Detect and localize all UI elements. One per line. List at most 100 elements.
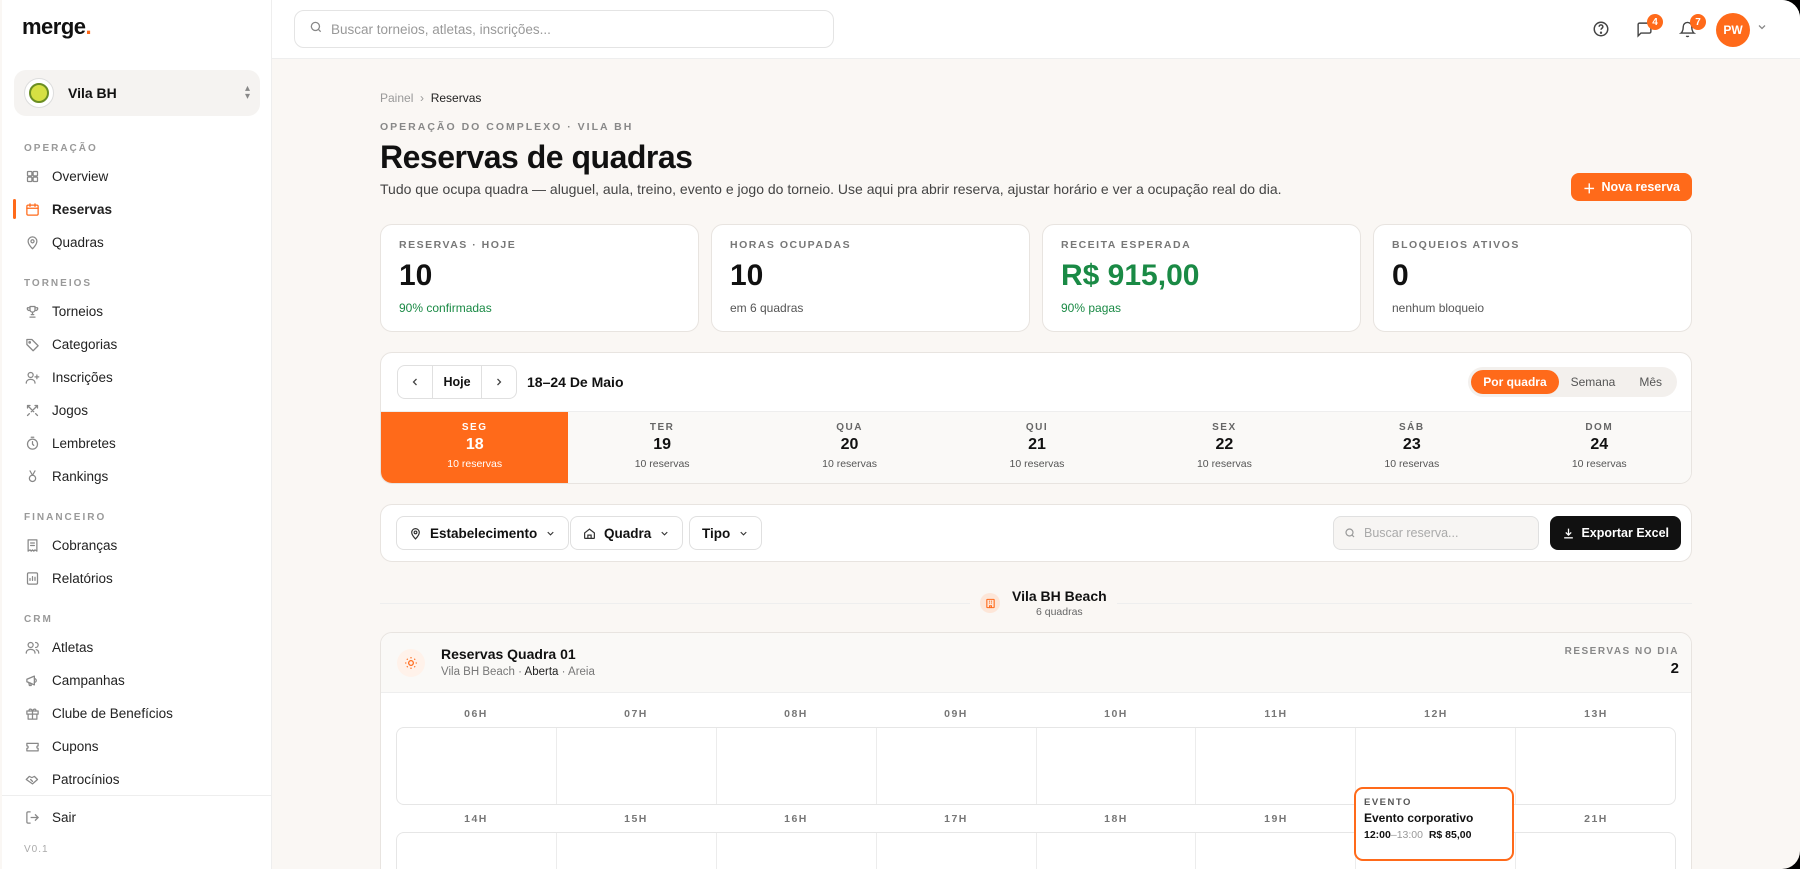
kpi-note: em 6 quadras: [730, 301, 804, 315]
reservation-search[interactable]: [1333, 516, 1539, 550]
court-title: Reservas Quadra 01: [441, 646, 576, 662]
venue-name: Vila BH Beach: [1012, 588, 1107, 604]
type-filter[interactable]: Tipo: [689, 516, 763, 550]
establishment-filter[interactable]: Estabelecimento: [396, 516, 570, 550]
day-tab[interactable]: QUI 21 10 reservas: [943, 412, 1130, 483]
sidebar-item-label: Lembretes: [52, 435, 116, 451]
gift-icon: [24, 705, 40, 721]
breadcrumb-root[interactable]: Painel: [380, 91, 413, 105]
sidebar-item-label: Cobranças: [52, 537, 118, 553]
avatar[interactable]: PW: [1716, 13, 1750, 47]
sidebar-item-quadras[interactable]: Quadras: [14, 228, 260, 256]
kpi-value: 10: [399, 259, 433, 292]
day-count: 10 reservas: [634, 458, 690, 470]
sidebar-item-inscricoes[interactable]: Inscrições: [14, 363, 260, 391]
time-slot[interactable]: [717, 728, 877, 804]
time-slot[interactable]: [1516, 833, 1675, 869]
day-name: TER: [649, 422, 675, 433]
sidebar-item-atletas[interactable]: Atletas: [14, 633, 260, 661]
bell-icon[interactable]: 7: [1676, 14, 1706, 40]
sidebar-item-label: Atletas: [52, 639, 94, 655]
court-header: Reservas Quadra 01 Vila BH Beach · Abert…: [381, 633, 1691, 693]
day-tab[interactable]: TER 19 10 reservas: [568, 412, 755, 483]
sidebar-item-cobrancas[interactable]: Cobranças: [14, 531, 260, 559]
time-slot[interactable]: [1196, 728, 1357, 804]
time-slot[interactable]: [1037, 833, 1197, 869]
global-search[interactable]: [294, 10, 834, 48]
day-count: 10 reservas: [1384, 458, 1440, 470]
view-option[interactable]: Semana: [1559, 370, 1628, 394]
time-slot[interactable]: [1037, 728, 1197, 804]
breadcrumb-current: Reservas: [430, 91, 482, 105]
notifications-badge: 7: [1690, 14, 1706, 30]
export-excel-button[interactable]: Exportar Excel: [1550, 516, 1681, 550]
court-count-label: RESERVAS NO DIA: [1564, 646, 1679, 657]
kpi-label: HORAS OCUPADAS: [730, 239, 852, 251]
club-selector[interactable]: Vila BH ▴ ▾: [14, 70, 260, 116]
logout-button[interactable]: Sair: [14, 803, 260, 831]
sidebar-item-relatorios[interactable]: Relatórios: [14, 564, 260, 592]
sidebar-item-cupons[interactable]: Cupons: [14, 732, 260, 760]
sidebar-item-label: Torneios: [52, 303, 104, 319]
map-pin-icon: [411, 527, 420, 540]
sidebar-item-overview[interactable]: Overview: [14, 162, 260, 190]
search-input[interactable]: [331, 21, 811, 37]
event-start: 12:00: [1364, 829, 1391, 841]
sidebar-item-clube-de-beneficios[interactable]: Clube de Benefícios: [14, 699, 260, 727]
hour-label: 12H: [1424, 708, 1448, 720]
kpi-card: RESERVAS · HOJE 10 90% confirmadas: [380, 224, 699, 332]
time-slot[interactable]: [877, 728, 1037, 804]
time-slot[interactable]: [557, 728, 717, 804]
handshake-icon: [24, 771, 40, 787]
time-slot[interactable]: [1196, 833, 1357, 869]
today-button[interactable]: Hoje: [432, 366, 482, 398]
kpi-row: RESERVAS · HOJE 10 90% confirmadas HORAS OC…: [380, 224, 1692, 332]
hour-label: 15H: [624, 813, 648, 825]
search-icon: [309, 20, 323, 39]
day-tab[interactable]: SÁB 23 10 reservas: [1318, 412, 1505, 483]
reservation-search-input[interactable]: [1364, 526, 1524, 540]
chevron-down-icon[interactable]: [1756, 20, 1768, 38]
day-tab[interactable]: SEG 18 10 reservas: [381, 412, 569, 483]
sidebar-item-patrocinios[interactable]: Patrocínios: [14, 765, 260, 793]
report-icon: [24, 570, 40, 586]
time-slot[interactable]: [397, 833, 557, 869]
logo[interactable]: merge.: [22, 14, 92, 40]
sidebar-item-label: Cupons: [52, 738, 99, 754]
event-time: 12:00–13:00 R$ 85,00: [1364, 829, 1472, 841]
new-reservation-button[interactable]: ＋ Nova reserva: [1570, 173, 1692, 201]
time-slot[interactable]: [397, 728, 557, 804]
sidebar-item-categorias[interactable]: Categorias: [14, 330, 260, 358]
time-slot[interactable]: [717, 833, 877, 869]
day-tab[interactable]: SEX 22 10 reservas: [1131, 412, 1318, 483]
court-filter[interactable]: Quadra: [570, 516, 684, 550]
topbar: 4 7 PW: [272, 0, 1800, 59]
hour-label: 09H: [944, 708, 968, 720]
day-tab[interactable]: QUA 20 10 reservas: [756, 412, 943, 483]
hour-label: 18H: [1104, 813, 1128, 825]
search-icon: [1345, 528, 1355, 538]
sidebar-item-torneios[interactable]: Torneios: [14, 297, 260, 325]
day-tab[interactable]: DOM 24 10 reservas: [1506, 412, 1691, 483]
sidebar-item-label: Jogos: [52, 402, 89, 418]
day-name: QUA: [836, 422, 863, 433]
sidebar-item-rankings[interactable]: Rankings: [14, 462, 260, 490]
view-option[interactable]: Mês: [1627, 370, 1674, 394]
day-name: DOM: [1585, 422, 1614, 433]
kpi-value: R$ 915,00: [1061, 259, 1200, 292]
sidebar-item-jogos[interactable]: Jogos: [14, 396, 260, 424]
time-slot[interactable]: [557, 833, 717, 869]
prev-week-button[interactable]: [398, 366, 432, 398]
help-icon[interactable]: [1590, 18, 1612, 40]
sidebar-item-reservas[interactable]: Reservas: [13, 195, 260, 223]
sidebar-item-campanhas[interactable]: Campanhas: [14, 666, 260, 694]
messages-icon[interactable]: 4: [1633, 14, 1663, 40]
sidebar-section-title: OPERAÇÃO: [24, 143, 98, 154]
time-slot[interactable]: [877, 833, 1037, 869]
hour-label: 08H: [784, 708, 808, 720]
sidebar-item-lembretes[interactable]: Lembretes: [14, 429, 260, 457]
next-week-button[interactable]: [482, 366, 516, 398]
time-slot[interactable]: [1516, 728, 1675, 804]
reservation-event-card[interactable]: EVENTO Evento corporativo 12:00–13:00 R$…: [1354, 787, 1514, 861]
view-option[interactable]: Por quadra: [1471, 370, 1559, 394]
